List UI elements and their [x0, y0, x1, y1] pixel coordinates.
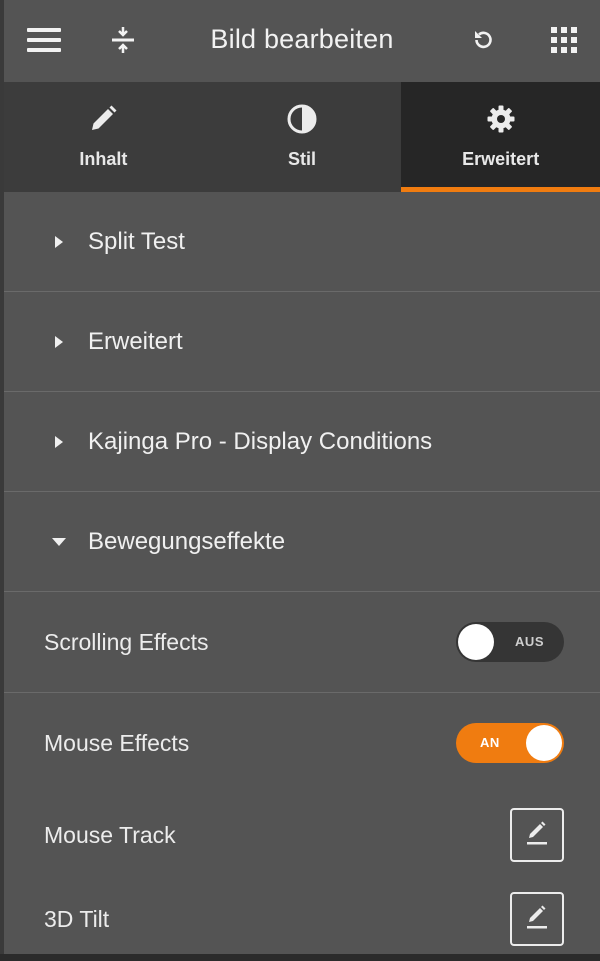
tab-label: Inhalt	[79, 149, 128, 169]
section-erweitert[interactable]: Erweitert	[4, 292, 600, 392]
caret-down-icon	[52, 537, 66, 546]
tab-erweitert[interactable]: Erweitert	[401, 82, 600, 192]
scrolling-effects-row: Scrolling Effects AUS	[4, 592, 600, 693]
mouse-track-row: Mouse Track	[4, 793, 600, 877]
section-label: Kajinga Pro - Display Conditions	[88, 427, 433, 455]
tab-label: Stil	[288, 149, 317, 169]
toggle-state-text: AN	[480, 735, 500, 750]
caret-right-icon	[52, 435, 66, 448]
mouse-effects-toggle[interactable]: AN	[456, 723, 564, 763]
section-label: Bewegungseffekte	[88, 527, 286, 555]
undo-icon	[471, 28, 495, 57]
scrolling-effects-toggle[interactable]: AUS	[456, 622, 564, 662]
caret-right-icon	[52, 235, 66, 248]
3d-tilt-edit-button[interactable]	[510, 892, 564, 946]
edit-pencil-icon	[524, 904, 550, 935]
gear-icon	[486, 104, 516, 139]
apps-grid-icon	[551, 26, 577, 58]
tab-label: Erweitert	[462, 149, 540, 169]
toggle-knob	[526, 725, 562, 761]
undo-button[interactable]	[461, 20, 505, 64]
panel-header: Bild bearbeiten	[4, 0, 600, 82]
edit-pencil-icon	[524, 820, 550, 851]
3d-tilt-label: 3D Tilt	[44, 905, 110, 932]
toggle-state-text: AUS	[515, 634, 544, 649]
section-label: Split Test	[88, 227, 185, 255]
tab-inhalt[interactable]: Inhalt	[4, 82, 203, 192]
page-title: Bild bearbeiten	[210, 24, 394, 54]
section-split-test[interactable]: Split Test	[4, 192, 600, 292]
tab-bar: Inhalt Stil Erweitert	[4, 82, 600, 192]
apps-grid-button[interactable]	[542, 20, 586, 64]
section-label: Erweitert	[88, 327, 183, 355]
section-bewegungseffekte[interactable]: Bewegungseffekte	[4, 492, 600, 592]
contrast-icon	[287, 104, 317, 139]
mouse-effects-row: Mouse Effects AN	[4, 693, 600, 793]
3d-tilt-row: 3D Tilt	[4, 877, 600, 961]
caret-right-icon	[52, 335, 66, 348]
section-display-conditions[interactable]: Kajinga Pro - Display Conditions	[4, 392, 600, 492]
mouse-effects-label: Mouse Effects	[44, 729, 190, 756]
mouse-track-label: Mouse Track	[44, 821, 176, 848]
toggle-knob	[458, 624, 494, 660]
pencil-icon	[88, 104, 118, 139]
editor-panel: Bild bearbeiten Inhalt Stil Erweitert Sp…	[4, 0, 600, 954]
scrolling-effects-label: Scrolling Effects	[44, 628, 209, 655]
tab-stil[interactable]: Stil	[203, 82, 402, 192]
mouse-track-edit-button[interactable]	[510, 808, 564, 862]
